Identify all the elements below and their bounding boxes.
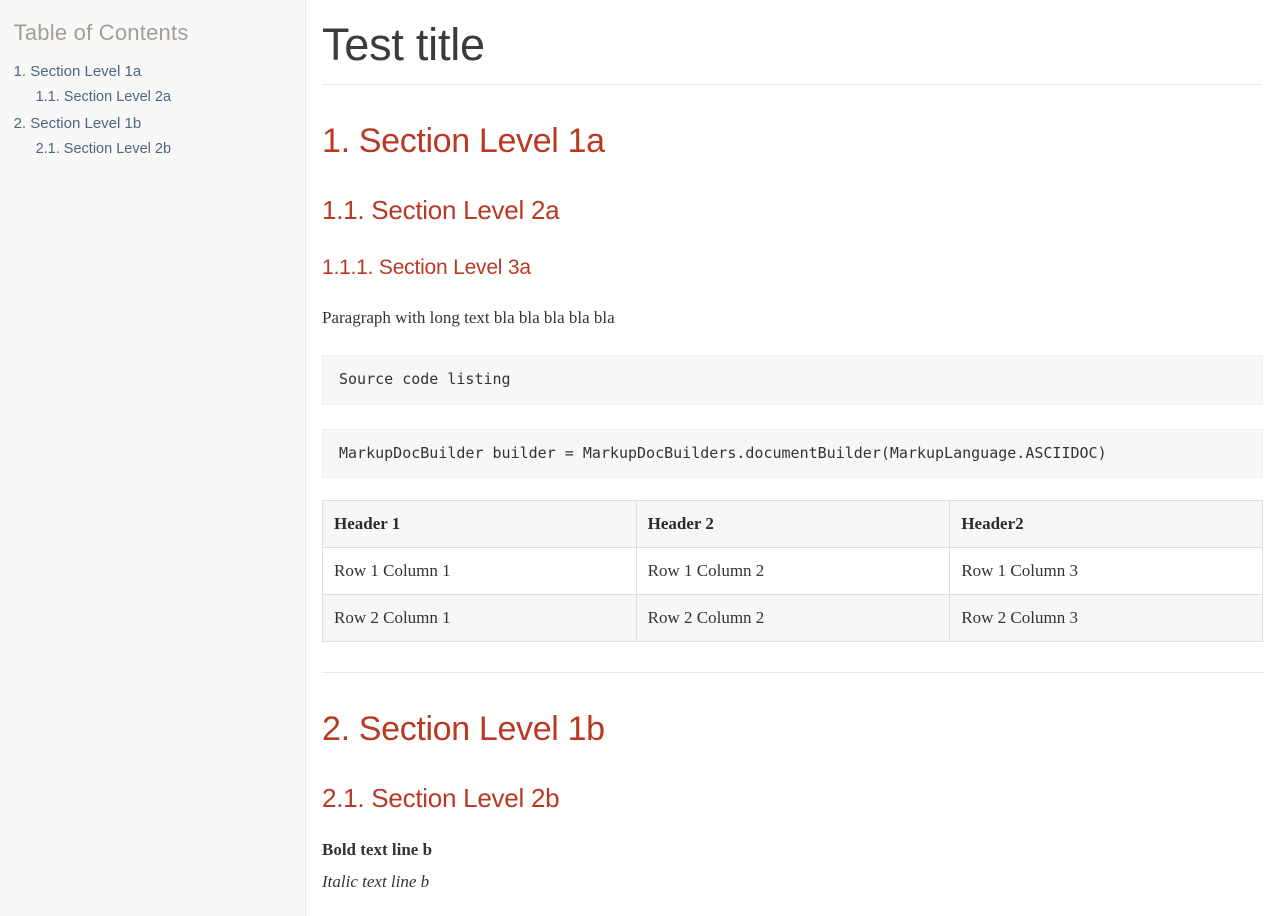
table-header-row: Header 1 Header 2 Header2 — [322, 500, 1263, 549]
toc-link-section-1b[interactable]: 2. Section Level 1b — [14, 111, 142, 137]
data-table: Header 1 Header 2 Header2 Row 1 Column 1… — [322, 500, 1263, 642]
toc-sidebar: Table of Contents 1. Section Level 1a 1.… — [0, 0, 306, 916]
heading-section-3a: 1.1.1. Section Level 3a — [322, 256, 531, 280]
code-listing-block-2: MarkupDocBuilder builder = MarkupDocBuil… — [322, 428, 1263, 479]
table-header-cell-2: Header 2 — [635, 500, 951, 549]
code-listing-1: Source code listing — [339, 369, 511, 388]
toc-link-section-2a[interactable]: 1.1. Section Level 2a — [36, 85, 171, 110]
table-cell: Row 2 Column 1 — [322, 593, 637, 642]
bold-text-line: Bold text line b — [322, 839, 433, 859]
toc-sublist-1: 1.1. Section Level 2a — [14, 85, 289, 110]
toc-item-2: 2. Section Level 1b 2.1. Section Level 2… — [14, 111, 289, 162]
heading-section-2a: 1.1. Section Level 2a — [322, 194, 560, 225]
toc-link-section-1a[interactable]: 1. Section Level 1a — [14, 59, 142, 85]
table-header-cell-3: Header2 — [949, 500, 1263, 549]
table-header-cell-1: Header 1 — [322, 500, 637, 549]
code-listing-block-1: Source code listing — [322, 354, 1263, 405]
toc-title: Table of Contents — [13, 20, 189, 45]
table-head: Header 1 Header 2 Header2 — [322, 500, 1263, 549]
section-divider — [322, 671, 1263, 673]
table-row: Row 2 Column 1 Row 2 Column 2 Row 2 Colu… — [322, 593, 1263, 642]
section-1a: 1. Section Level 1a 1.1. Section Level 2… — [322, 121, 1263, 642]
page-title: Test title — [322, 20, 1262, 85]
paragraph-text: Paragraph with long text bla bla bla bla… — [322, 307, 615, 327]
heading-section-2b: 2.1. Section Level 2b — [322, 783, 560, 814]
table-cell: Row 1 Column 2 — [635, 547, 951, 595]
toc-sublist-2: 2.1. Section Level 2b — [14, 137, 289, 162]
table-row: Row 1 Column 1 Row 1 Column 2 Row 1 Colu… — [322, 547, 1263, 595]
table-body: Row 1 Column 1 Row 1 Column 2 Row 1 Colu… — [322, 547, 1263, 642]
toc-link-section-2b[interactable]: 2.1. Section Level 2b — [36, 137, 171, 162]
heading-section-1b: 2. Section Level 1b — [322, 709, 605, 748]
table-cell: Row 2 Column 2 — [635, 593, 951, 642]
document-content: Test title 1. Section Level 1a 1.1. Sect… — [306, 0, 1275, 916]
code-listing-2: MarkupDocBuilder builder = MarkupDocBuil… — [339, 443, 1107, 462]
toc-item-2-1: 2.1. Section Level 2b — [36, 137, 289, 162]
italic-text-line: Italic text line b — [322, 871, 430, 891]
heading-section-1a: 1. Section Level 1a — [322, 121, 605, 160]
toc-list: 1. Section Level 1a 1.1. Section Level 2… — [14, 59, 289, 161]
table-cell: Row 1 Column 3 — [949, 547, 1263, 595]
table-cell: Row 2 Column 3 — [949, 593, 1263, 642]
toc-item-1-1: 1.1. Section Level 2a — [36, 85, 289, 110]
table-cell: Row 1 Column 1 — [322, 547, 637, 595]
section-1b: 2. Section Level 1b 2.1. Section Level 2… — [322, 709, 1262, 916]
toc-item-1: 1. Section Level 1a 1.1. Section Level 2… — [14, 59, 289, 110]
